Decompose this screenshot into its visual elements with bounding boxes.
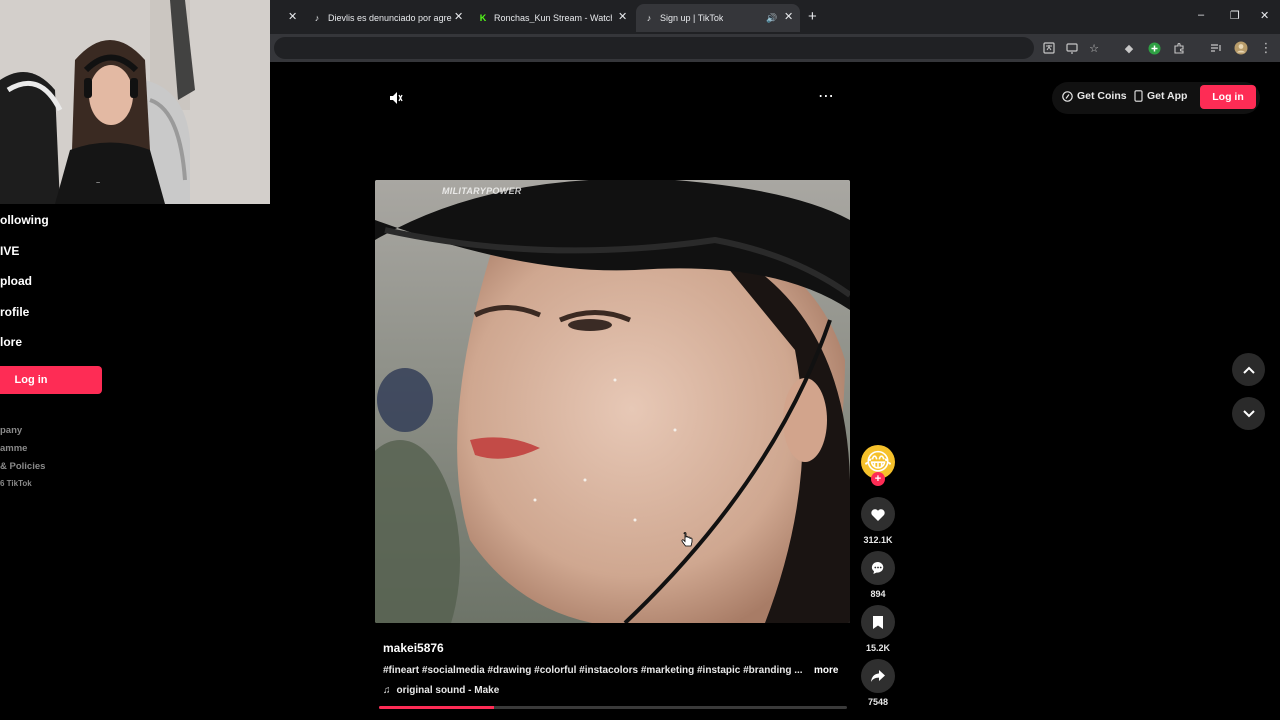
translate-icon[interactable]: [1041, 40, 1057, 56]
tab-label: Ronchas_Kun Stream - Watch Li: [494, 13, 612, 23]
hand-cursor-icon: [681, 532, 693, 553]
webcam-image: ~: [0, 0, 270, 204]
save-count: 15.2K: [865, 643, 891, 653]
video-player[interactable]: [375, 180, 850, 623]
tab-close-icon[interactable]: ✕: [288, 11, 297, 23]
get-coins-button[interactable]: Get Coins: [1062, 90, 1127, 102]
restore-button[interactable]: ❐: [1230, 9, 1240, 22]
phone-icon: [1134, 90, 1143, 102]
comment-button[interactable]: [861, 551, 895, 585]
extension-plus-icon[interactable]: [1146, 40, 1162, 56]
extension-diamond-icon[interactable]: ◆: [1121, 40, 1137, 56]
volume-icon[interactable]: [386, 88, 406, 108]
get-app-label: Get App: [1147, 90, 1188, 102]
tiktok-favicon-icon: ♪: [314, 13, 320, 23]
video-progress-bar[interactable]: [379, 706, 847, 709]
tab-dievlis[interactable]: ♪ Dievlis es denunciado por agre: [312, 6, 462, 30]
media-control-icon[interactable]: [1208, 40, 1224, 56]
minimize-button[interactable]: –: [1198, 9, 1204, 21]
heart-icon: [871, 508, 885, 521]
tab-label: Dievlis es denunciado por agre: [328, 13, 452, 23]
comment-count: 894: [870, 589, 886, 599]
tab-close-icon[interactable]: ✕: [784, 11, 793, 23]
get-coins-label: Get Coins: [1077, 90, 1127, 102]
kick-favicon-icon: K: [479, 13, 487, 23]
save-button[interactable]: [861, 605, 895, 639]
footer-link-company[interactable]: pany: [0, 425, 22, 436]
next-video-button[interactable]: [1232, 397, 1265, 430]
more-options-icon[interactable]: ⋯: [818, 86, 835, 106]
video-sound[interactable]: ♫ original sound - Make: [383, 685, 499, 696]
chevron-down-icon: [1242, 409, 1255, 417]
tab-close-icon[interactable]: ✕: [454, 11, 463, 23]
music-note-icon: ♫: [383, 685, 391, 696]
browser-toolbar: ☆ ◆ ⋮: [270, 34, 1280, 62]
address-bar[interactable]: [274, 37, 1034, 59]
webcam-overlay: ~: [0, 0, 270, 204]
bookmark-star-icon[interactable]: ☆: [1086, 40, 1102, 56]
extensions-puzzle-icon[interactable]: [1171, 40, 1187, 56]
tab-ronchas-kun[interactable]: K Ronchas_Kun Stream - Watch Li: [478, 6, 612, 30]
get-app-button[interactable]: Get App: [1134, 90, 1187, 102]
profile-avatar-icon[interactable]: [1233, 40, 1249, 56]
tab-audio-icon[interactable]: 🔊: [766, 12, 777, 24]
bookmark-icon: [873, 615, 883, 629]
sidebar-item-following[interactable]: ollowing: [0, 213, 49, 227]
tiktok-favicon-icon: ♪: [646, 13, 652, 23]
chrome-menu-icon[interactable]: ⋮: [1258, 40, 1274, 56]
svg-text:~: ~: [96, 180, 100, 187]
like-button[interactable]: [861, 497, 895, 531]
video-progress-fill: [379, 706, 494, 709]
sound-label: original sound - Make: [396, 685, 500, 696]
video-frame-image: [375, 180, 850, 623]
video-author[interactable]: makei5876: [383, 641, 444, 655]
share-icon: [871, 670, 885, 682]
header-login-button[interactable]: Log in: [1200, 85, 1256, 109]
new-tab-button[interactable]: +: [808, 8, 817, 25]
video-description: #fineart #socialmedia #drawing #colorful…: [383, 665, 803, 676]
description-more-link[interactable]: more: [814, 665, 838, 676]
comment-icon: [871, 561, 884, 574]
share-button[interactable]: [861, 659, 895, 693]
screen: ✕ ♪ Dievlis es denunciado por agre ✕ K R…: [0, 0, 1280, 720]
footer-link-terms-policies[interactable]: & Policies: [0, 461, 45, 472]
coin-icon: [1062, 90, 1073, 102]
sidebar-item-profile[interactable]: rofile: [0, 305, 29, 319]
chevron-up-icon: [1242, 366, 1255, 374]
sidebar-item-live[interactable]: IVE: [0, 244, 19, 258]
sidebar-item-upload[interactable]: pload: [0, 274, 32, 288]
sidebar-item-more[interactable]: lore: [0, 335, 22, 349]
footer-copyright: 6 TikTok: [0, 479, 32, 488]
tab-close-icon[interactable]: ✕: [618, 11, 627, 23]
sidebar-login-button[interactable]: Log in: [0, 366, 102, 394]
browser-tab-strip: ✕ ♪ Dievlis es denunciado por agre ✕ K R…: [270, 0, 1280, 34]
close-window-button[interactable]: ✕: [1260, 9, 1269, 22]
video-watermark: MILITARYPOWER: [442, 186, 522, 196]
like-count: 312.1K: [863, 535, 893, 545]
previous-video-button[interactable]: [1232, 353, 1265, 386]
cast-icon[interactable]: [1064, 40, 1080, 56]
footer-link-programme[interactable]: amme: [0, 443, 27, 454]
share-count: 7548: [867, 697, 889, 707]
tab-label: Sign up | TikTok: [660, 13, 724, 23]
follow-button[interactable]: +: [871, 472, 885, 486]
